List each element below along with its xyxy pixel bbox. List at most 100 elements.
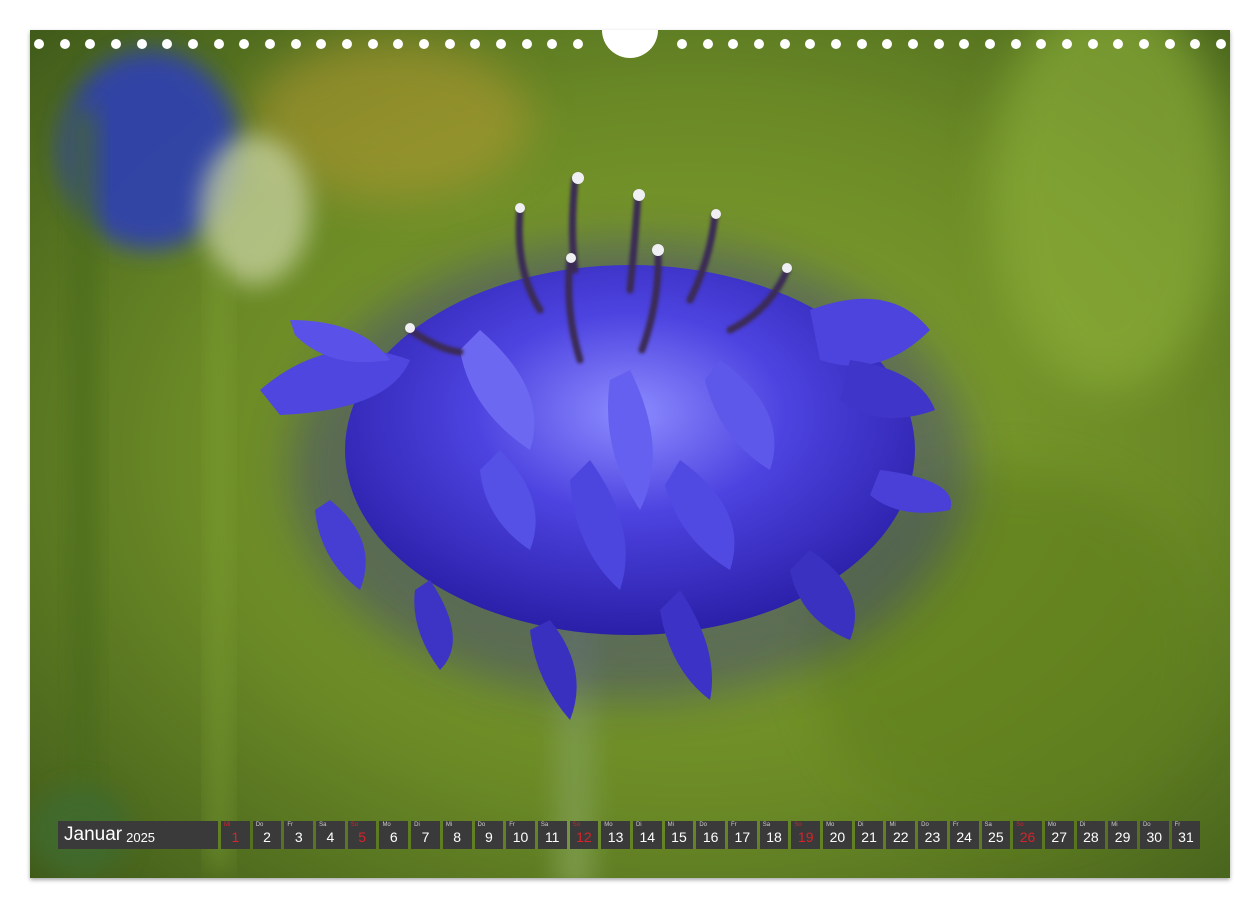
- day-weekday: Mi: [224, 822, 231, 828]
- day-number: 12: [576, 829, 592, 845]
- calendar-page: Januar 2025 Mi 1 Do 2 Fr 3 Sa 4 So 5 Mo 6 Di 7 Mi 8 Do 9 F…: [30, 30, 1230, 878]
- day-number: 24: [956, 829, 972, 845]
- day-weekday: So: [572, 822, 580, 828]
- day-cell: Do 9: [474, 821, 504, 849]
- day-number: 28: [1083, 829, 1099, 845]
- day-number: 18: [766, 829, 782, 845]
- day-number: 14: [639, 829, 656, 845]
- spiral-binding-holes: [34, 30, 1226, 58]
- day-weekday: So: [1016, 822, 1024, 828]
- day-cell: So 19: [791, 821, 821, 849]
- day-number: 23: [924, 829, 941, 845]
- day-number: 27: [1051, 829, 1067, 845]
- calendar-strip: Januar 2025 Mi 1 Do 2 Fr 3 Sa 4 So 5 Mo 6 Di 7 Mi 8 Do 9 F…: [58, 821, 1201, 849]
- day-number: 22: [892, 829, 909, 845]
- day-number: 4: [326, 829, 335, 845]
- day-cell: Di 14: [632, 821, 662, 849]
- day-weekday: Mi: [445, 822, 453, 828]
- day-weekday: Mi: [667, 822, 674, 828]
- day-weekday: So: [350, 822, 359, 828]
- day-number: 20: [829, 829, 846, 845]
- day-cell: Fr 10: [506, 821, 535, 849]
- day-cell: Sa 4: [316, 821, 345, 849]
- day-cell: So 26: [1013, 821, 1042, 849]
- day-number: 13: [607, 829, 624, 845]
- day-number: 3: [294, 829, 303, 845]
- day-number: 29: [1114, 829, 1131, 845]
- day-number: 11: [544, 829, 560, 845]
- cornflower-photo: [30, 30, 1230, 878]
- day-weekday: Sa: [319, 822, 327, 828]
- day-weekday: Sa: [984, 822, 992, 828]
- day-cell: So 12: [569, 821, 599, 849]
- day-cell: Mo 20: [823, 821, 852, 849]
- day-number: 10: [512, 829, 529, 845]
- day-number: 5: [358, 829, 366, 845]
- day-weekday: Di: [635, 822, 642, 828]
- day-cell: Do 16: [696, 821, 725, 849]
- day-cell: Mi 15: [664, 821, 694, 849]
- day-weekday: Di: [1079, 822, 1086, 828]
- day-number: 8: [453, 829, 462, 845]
- day-number: 26: [1019, 829, 1036, 845]
- day-weekday: So: [794, 822, 802, 828]
- day-weekday: Fr: [731, 822, 737, 828]
- day-weekday: Sa: [762, 822, 771, 828]
- day-weekday: Mi: [1111, 822, 1118, 828]
- day-weekday: Do: [255, 822, 264, 828]
- month-year: 2025: [126, 829, 156, 845]
- day-cell: Sa 11: [537, 821, 567, 849]
- day-cell: Fr 3: [284, 821, 314, 849]
- day-weekday: Mi: [889, 822, 896, 828]
- day-cell: Fr 17: [728, 821, 757, 849]
- day-cell: Mi 22: [886, 821, 916, 849]
- day-number: 2: [263, 829, 271, 845]
- day-number: 16: [702, 829, 719, 845]
- day-cell: Do 2: [252, 821, 282, 849]
- day-cell: Sa 18: [759, 821, 789, 849]
- day-weekday: Do: [477, 822, 486, 828]
- day-cell: Mi 8: [442, 821, 472, 849]
- day-weekday: Do: [699, 822, 707, 828]
- day-cell: So 5: [347, 821, 377, 849]
- day-weekday: Di: [414, 822, 420, 828]
- month-name: Januar: [64, 824, 123, 845]
- day-weekday: Mo: [1047, 822, 1057, 828]
- day-cell: Mo 13: [601, 821, 630, 849]
- day-number: 6: [389, 829, 398, 845]
- day-weekday: Fr: [952, 822, 959, 828]
- day-number: 19: [797, 829, 814, 845]
- day-weekday: Do: [921, 822, 929, 828]
- day-cell: Mo 27: [1044, 821, 1074, 849]
- day-cell: Mi 29: [1108, 821, 1137, 849]
- day-cell: Di 28: [1076, 821, 1106, 849]
- day-number: 30: [1146, 829, 1163, 845]
- day-cell: Sa 25: [981, 821, 1011, 849]
- day-number: 7: [421, 829, 430, 845]
- day-cell: Di 7: [411, 821, 440, 849]
- day-cell: Di 21: [854, 821, 884, 849]
- day-number: 17: [734, 829, 751, 845]
- day-weekday: Fr: [1174, 822, 1181, 828]
- day-cell: Fr 24: [949, 821, 979, 849]
- month-label-box: Januar 2025: [58, 821, 218, 849]
- day-cell: Fr 31: [1171, 821, 1201, 849]
- day-number: 9: [484, 829, 493, 845]
- day-cells: Mi 1 Do 2 Fr 3 Sa 4 So 5 Mo 6 Di 7 Mi 8 Do 9 Fr 10 Sa 11 So 12 M…: [221, 821, 1201, 849]
- day-weekday: Fr: [509, 822, 515, 828]
- day-weekday: Mo: [826, 822, 835, 828]
- day-weekday: Mo: [382, 822, 391, 828]
- day-weekday: Fr: [287, 822, 294, 828]
- day-cell: Mo 6: [379, 821, 409, 849]
- day-cell: Do 23: [918, 821, 947, 849]
- day-number: 15: [671, 829, 687, 845]
- day-weekday: Do: [1142, 822, 1151, 828]
- day-weekday: Sa: [540, 822, 549, 828]
- day-number: 25: [988, 829, 1004, 845]
- day-cell: Mi 1: [221, 821, 250, 849]
- day-number: 31: [1178, 829, 1194, 845]
- day-cell: Do 30: [1139, 821, 1169, 849]
- day-number: 1: [231, 829, 240, 845]
- day-weekday: Mo: [604, 822, 613, 828]
- day-weekday: Di: [857, 822, 864, 828]
